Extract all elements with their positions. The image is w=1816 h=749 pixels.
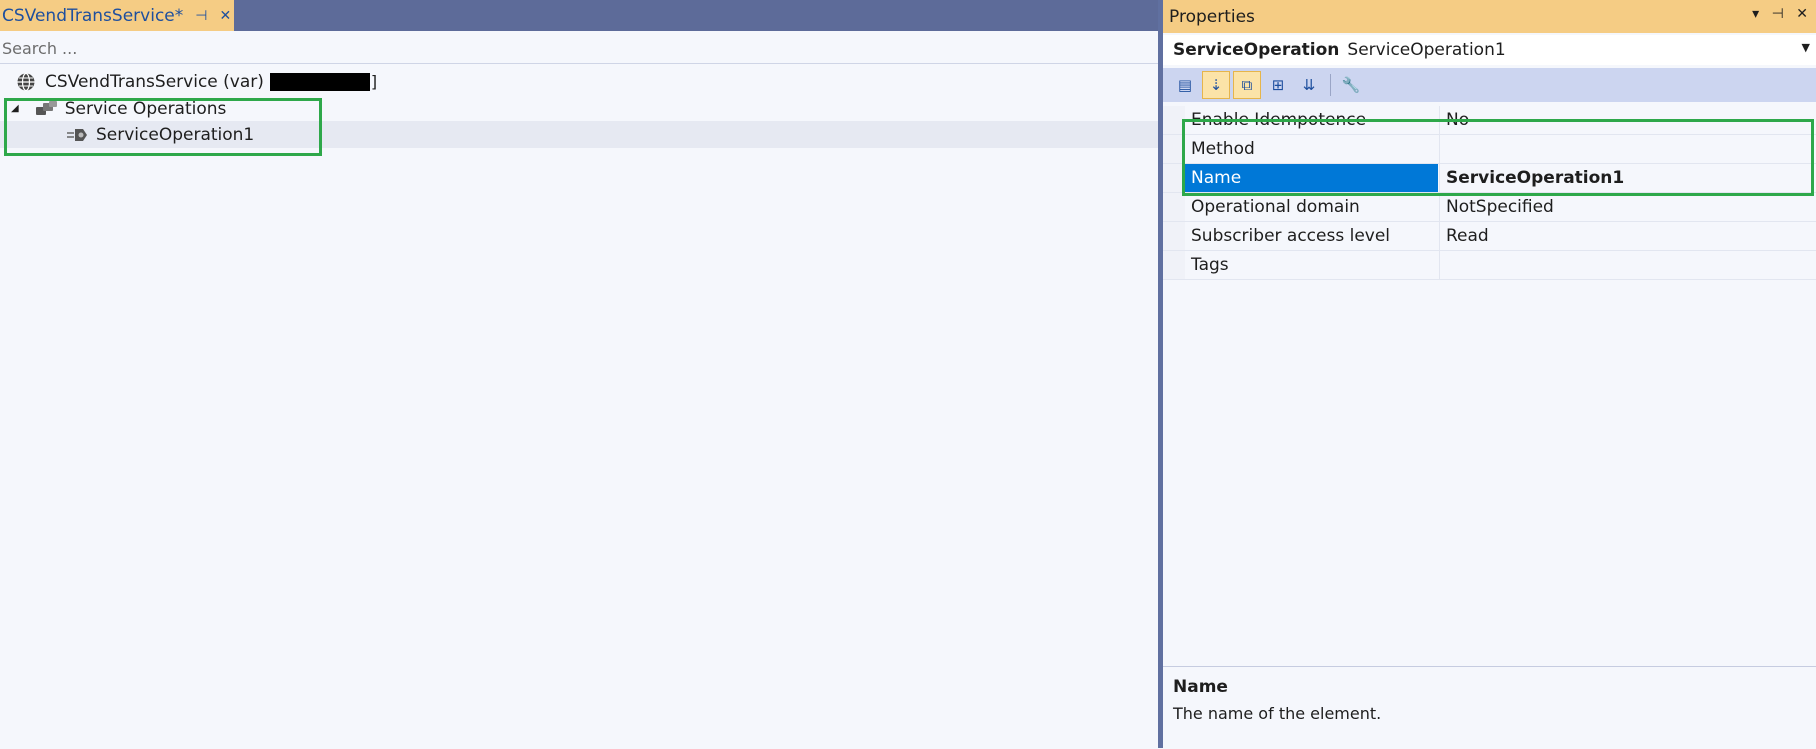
document-tab-title: CSVendTransService* [2, 5, 184, 26]
description-text: The name of the element. [1173, 704, 1382, 723]
highlight-box-properties [1182, 119, 1814, 196]
property-row-subscriber-access-level[interactable]: Subscriber access level Read [1163, 222, 1816, 251]
redacted-block [269, 72, 370, 91]
globe-icon [17, 72, 35, 91]
toolbar-separator [1330, 74, 1331, 96]
redacted-bracket: ] [370, 72, 378, 91]
properties-header: Properties ▾ ⊣ ✕ [1163, 0, 1816, 33]
property-name: Operational domain [1191, 197, 1360, 217]
object-type: ServiceOperation [1173, 40, 1340, 60]
row-gutter [1163, 251, 1185, 279]
chevron-down-icon[interactable]: ▼ [1802, 41, 1810, 54]
property-row-operational-domain[interactable]: Operational domain NotSpecified [1163, 193, 1816, 222]
categorized-view-icon[interactable]: ▤ [1171, 71, 1199, 99]
wrench-icon[interactable]: 🔧 [1337, 71, 1365, 99]
highlight-box-tree [4, 98, 322, 156]
search-input[interactable] [0, 34, 1158, 64]
tree-node-root-label: CSVendTransService (var) [45, 71, 264, 92]
document-tab[interactable]: CSVendTransService* ⊣ ✕ [0, 0, 234, 31]
designer-pane: CSVendTransService* ⊣ ✕ CSVendTransServi… [0, 0, 1158, 748]
document-tab-bar: CSVendTransService* ⊣ ✕ [0, 0, 1158, 31]
property-value[interactable]: NotSpecified [1439, 193, 1816, 221]
property-value[interactable]: Read [1439, 222, 1816, 250]
property-value[interactable] [1439, 251, 1816, 279]
description-title: Name [1173, 677, 1228, 697]
property-pages-icon[interactable]: ⧉ [1233, 71, 1261, 99]
property-name: Subscriber access level [1191, 226, 1391, 246]
tree-node-root[interactable]: CSVendTransService (var) ] [0, 68, 377, 95]
properties-window-buttons[interactable]: ▾ ⊣ ✕ [1752, 6, 1812, 22]
alphabetical-sort-icon[interactable]: ⇣ [1202, 71, 1230, 99]
row-gutter [1163, 222, 1185, 250]
properties-toolbar: ▤ ⇣ ⧉ ⊞ ⇊ 🔧 [1163, 68, 1816, 102]
property-row-tags[interactable]: Tags [1163, 251, 1816, 280]
close-tab-icon[interactable]: ✕ [219, 8, 231, 24]
properties-pane: Properties ▾ ⊣ ✕ ServiceOperation Servic… [1163, 0, 1816, 749]
expand-all-icon[interactable]: ⊞ [1264, 71, 1292, 99]
row-gutter [1163, 193, 1185, 221]
properties-title: Properties [1169, 6, 1255, 27]
property-name: Tags [1191, 255, 1229, 275]
pin-tab-icon[interactable]: ⊣ [195, 8, 207, 24]
property-description: Name The name of the element. [1163, 666, 1816, 749]
object-selector[interactable]: ServiceOperation ServiceOperation1 ▼ [1163, 35, 1816, 65]
collapse-sort-icon[interactable]: ⇊ [1295, 71, 1323, 99]
object-name: ServiceOperation1 [1347, 40, 1506, 60]
